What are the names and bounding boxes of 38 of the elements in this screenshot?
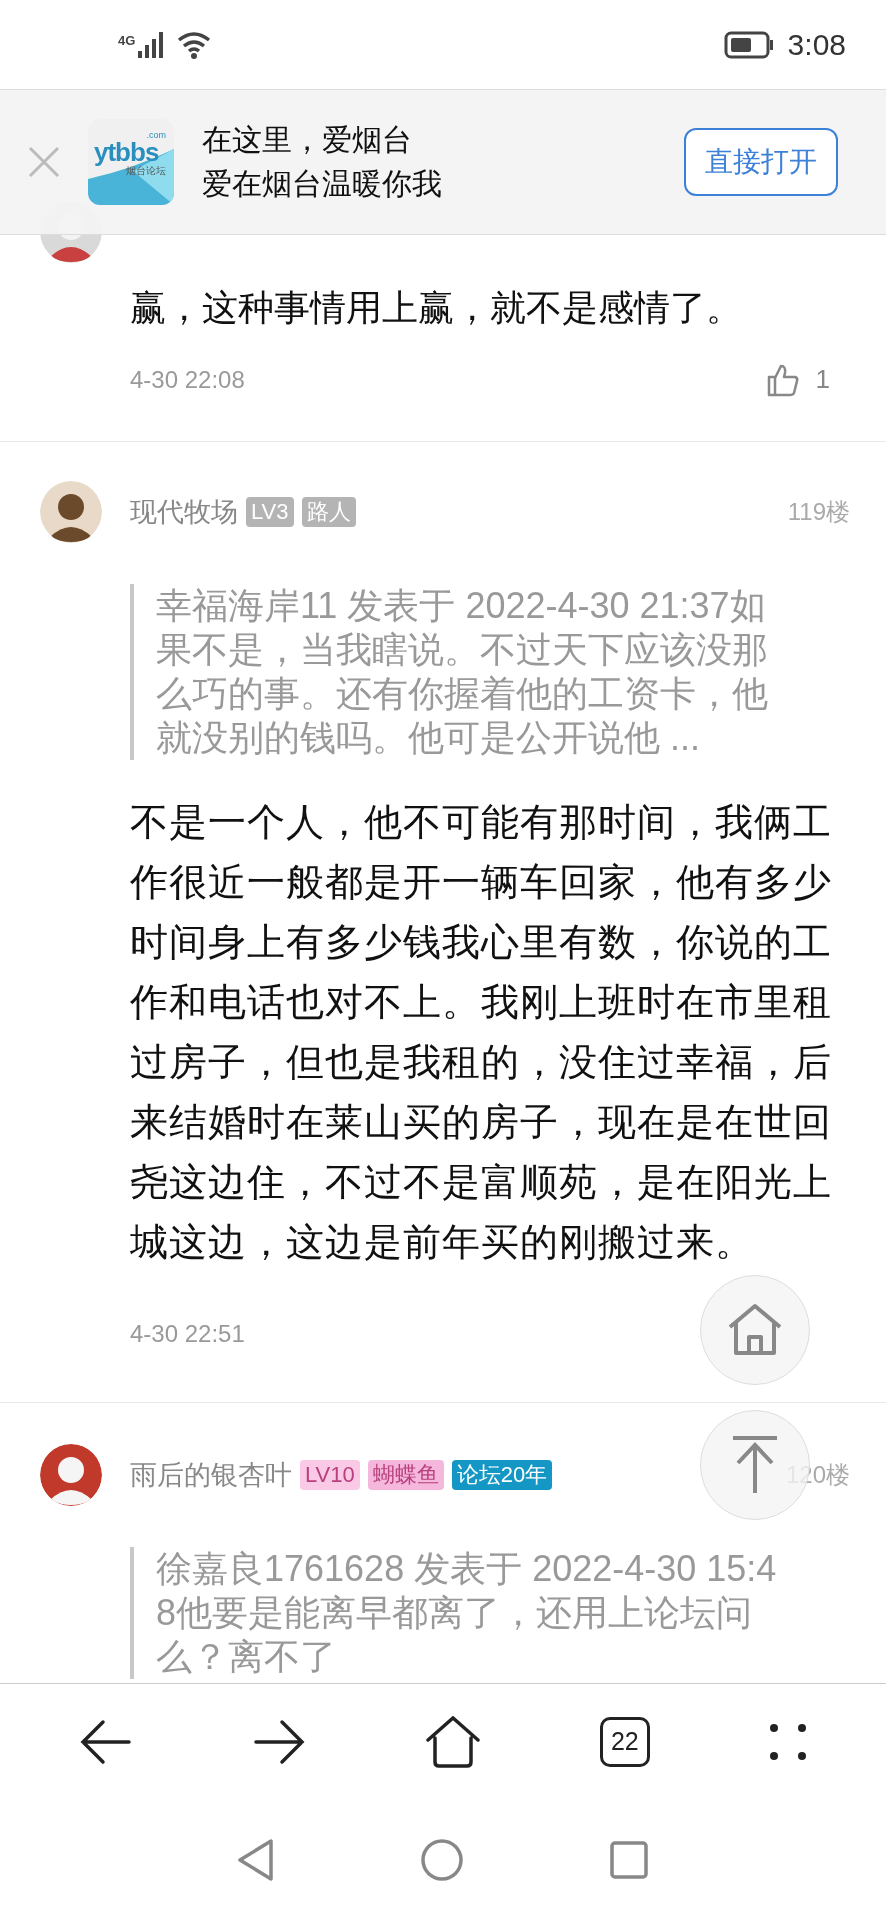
clock-time: 3:08: [787, 27, 846, 63]
tab-count-button[interactable]: 22: [599, 1717, 650, 1767]
banner-title: 在这里，爱烟台: [202, 122, 413, 158]
post-date: 4-30 22:51: [130, 1319, 245, 1349]
user-badge: 路人: [301, 497, 356, 527]
user-avatar: [40, 1444, 102, 1506]
open-app-button[interactable]: 直接打开: [684, 128, 838, 196]
home-circle-icon[interactable]: [420, 1838, 464, 1882]
battery-icon: [723, 30, 774, 59]
network-label: 4G: [118, 34, 136, 47]
logo-domain: .com: [146, 131, 166, 140]
user-avatar: [40, 481, 102, 543]
post-date: 4-30 22:08: [130, 364, 245, 395]
up-arrow-icon: [730, 1435, 780, 1495]
user-badge: 蝴蝶鱼: [367, 1460, 444, 1490]
user-badge: LV10: [300, 1460, 360, 1490]
banner-subtitle: 爱在烟台温暖你我: [202, 166, 442, 202]
menu-icon[interactable]: [768, 1723, 807, 1761]
logo-caption: 烟台论坛: [126, 166, 166, 176]
post-text: 不是一个人，他不可能有那时间，我俩工作很近一般都是开一辆车回家，他有多少时间身上有多少钱我心里有数，你说的工作和电话也对不上。我刚上班时在市里租过房子，但也是我租的，没住过幸福，后来结婚时在莱山买的房子，现在是在世回尧这边住，不过不是富顺苑，是在阳光上城这边，这边是前年买的刚搬过来。: [130, 800, 833, 1265]
user-badge: LV3: [246, 497, 294, 527]
back-triangle-icon[interactable]: [237, 1838, 275, 1882]
home-icon: [726, 1303, 784, 1357]
logo-text: ytbbs: [94, 139, 159, 165]
post-text: 赢，这种事情用上赢，就不是感情了。: [130, 286, 743, 330]
user-name: 现代牧场: [130, 495, 238, 529]
quoted-text: 徐嘉良1761628 发表于 2022-4-30 15:48他要是能离早都离了，还用上论坛问么？离不了: [130, 1547, 850, 1679]
floor-number: 119楼: [787, 497, 850, 527]
wifi-icon: [177, 30, 212, 59]
forward-icon[interactable]: [252, 1719, 307, 1765]
user-name: 雨后的银杏叶: [130, 1458, 292, 1492]
home-icon[interactable]: [425, 1716, 481, 1768]
recents-square-icon[interactable]: [609, 1840, 649, 1880]
thumbs-up-icon[interactable]: [765, 362, 800, 397]
quoted-text: 幸福海岸11 发表于 2022-4-30 21:37如果不是，当我瞎说。不过天下应该没那么巧的事。还有你握着他的工资卡，他就没别的钱吗。他可是公开说他 ...: [130, 584, 850, 760]
back-icon[interactable]: [79, 1719, 134, 1765]
user-badge: 论坛20年: [451, 1460, 553, 1490]
like-count: 1: [815, 363, 830, 396]
